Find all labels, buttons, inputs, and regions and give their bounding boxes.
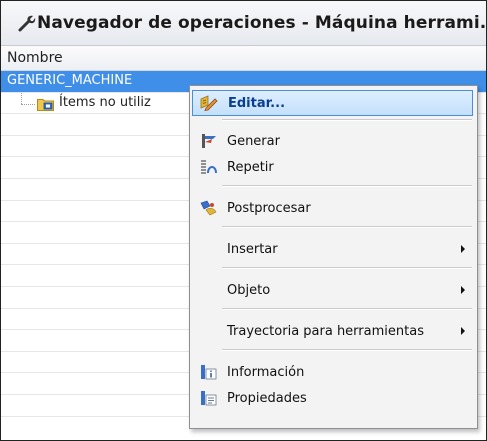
menu-item-propiedades[interactable]: Propiedades: [192, 385, 473, 411]
tree-connector: [21, 103, 35, 105]
menu-item-editar[interactable]: Editar...: [192, 90, 473, 116]
tree-node-label: Ítems no utiliz: [59, 94, 151, 110]
menu-separator: [222, 267, 472, 269]
menu-separator: [222, 119, 472, 121]
menu-separator: [222, 185, 472, 187]
title-bar[interactable]: Navegador de operaciones - Máquina herra…: [1, 1, 486, 46]
submenu-arrow-icon: [461, 286, 465, 294]
postprocess-icon: [200, 200, 218, 216]
menu-item-label: Repetir: [227, 159, 274, 175]
repeat-icon: [200, 159, 218, 175]
generate-icon: [200, 133, 218, 149]
wrench-icon: [17, 13, 37, 33]
submenu-arrow-icon: [461, 245, 465, 253]
menu-item-label: Información: [227, 364, 305, 380]
menu-item-objeto[interactable]: Objeto: [192, 277, 473, 303]
folder-icon: [37, 96, 54, 115]
tree-node-label: GENERIC_MACHINE: [7, 73, 133, 88]
menu-item-label: Postprocesar: [227, 200, 311, 216]
menu-item-informacion[interactable]: Información: [192, 359, 473, 385]
menu-item-label: Insertar: [227, 241, 278, 257]
menu-separator: [222, 349, 472, 351]
column-header-name[interactable]: Nombre: [1, 46, 486, 71]
menu-item-label: Trayectoria para herramientas: [227, 323, 424, 339]
menu-item-label: Editar...: [228, 95, 286, 111]
window-title: Navegador de operaciones - Máquina herra…: [37, 13, 487, 33]
tree-connector: [21, 92, 22, 104]
operation-navigator-window: Navegador de operaciones - Máquina herra…: [0, 0, 487, 441]
menu-item-postprocesar[interactable]: Postprocesar: [192, 195, 473, 221]
menu-item-repetir[interactable]: Repetir: [192, 154, 473, 180]
context-menu: Editar... Generar Repetir Postprocesar I…: [189, 85, 478, 429]
menu-item-label: Objeto: [227, 282, 271, 298]
properties-icon: [200, 390, 218, 406]
column-header-label: Nombre: [7, 50, 63, 66]
menu-separator: [222, 308, 472, 310]
info-icon: [200, 364, 218, 380]
menu-separator: [222, 226, 472, 228]
menu-item-label: Propiedades: [227, 390, 307, 406]
menu-item-generar[interactable]: Generar: [192, 128, 473, 154]
menu-item-label: Generar: [227, 133, 280, 149]
menu-item-insertar[interactable]: Insertar: [192, 236, 473, 262]
edit-icon: [200, 95, 218, 112]
submenu-arrow-icon: [461, 327, 465, 335]
menu-item-trayectoria[interactable]: Trayectoria para herramientas: [192, 318, 473, 344]
